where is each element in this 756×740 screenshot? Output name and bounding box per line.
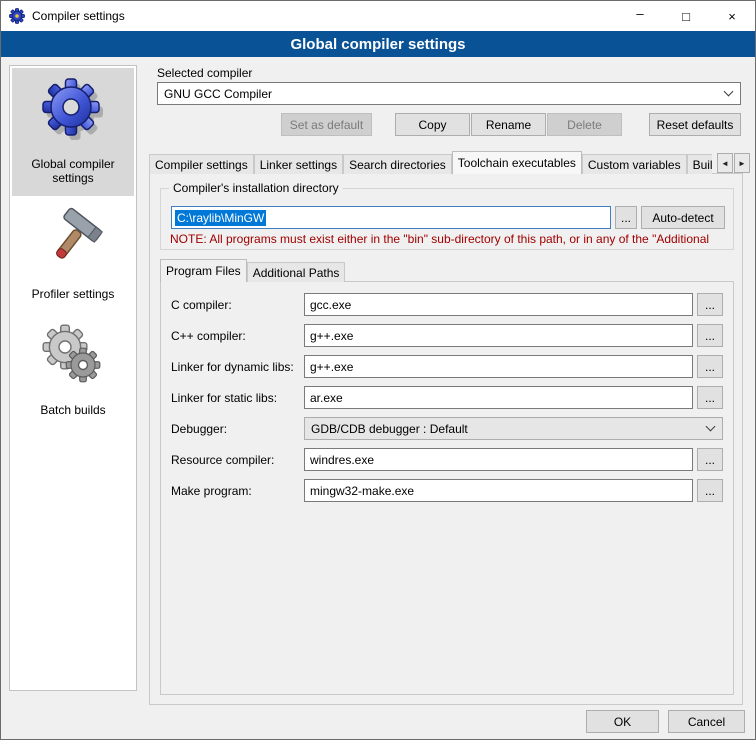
browse-button[interactable]: ...	[697, 293, 723, 316]
tab-toolchain-executables[interactable]: Toolchain executables	[452, 151, 582, 174]
field-label: Debugger:	[171, 422, 304, 436]
make-program-input[interactable]	[304, 479, 693, 502]
auto-detect-button[interactable]: Auto-detect	[641, 206, 725, 229]
sidebar-item-profiler-settings[interactable]: Profiler settings	[12, 198, 134, 312]
debugger-select[interactable]: GDB/CDB debugger : Default	[304, 417, 723, 440]
field-row: C compiler: ...	[171, 293, 723, 316]
field-label: Resource compiler:	[171, 453, 304, 467]
field-label: Linker for static libs:	[171, 391, 304, 405]
hammer-icon	[41, 207, 105, 271]
tab-scroll-left-icon[interactable]: ◄	[717, 153, 733, 173]
sidebar: Global compiler settings Profiler settin…	[9, 65, 137, 691]
sidebar-item-label: Profiler settings	[32, 287, 115, 301]
delete-button[interactable]: Delete	[547, 113, 622, 136]
field-row: Make program: ...	[171, 479, 723, 502]
blue-gear-icon	[41, 77, 105, 141]
debugger-select-value: GDB/CDB debugger : Default	[311, 422, 468, 436]
installation-directory-value: C:\raylib\MinGW	[175, 210, 266, 226]
maximize-button[interactable]: □	[663, 1, 709, 31]
gray-gears-icon	[41, 323, 105, 387]
browse-button[interactable]: ...	[697, 448, 723, 471]
sidebar-item-batch-builds[interactable]: Batch builds	[12, 314, 134, 428]
tab-compiler-settings[interactable]: Compiler settings	[149, 154, 254, 174]
sidebar-item-label: Global compiler settings	[14, 157, 132, 185]
field-label: Linker for dynamic libs:	[171, 360, 304, 374]
subtab-strip: Program Files Additional Paths	[160, 259, 345, 282]
chevron-down-icon	[724, 87, 734, 97]
window-title: Compiler settings	[32, 9, 125, 23]
linker-dynamic-input[interactable]	[304, 355, 693, 378]
browse-button[interactable]: ...	[697, 386, 723, 409]
tab-scroll-right-icon[interactable]: ►	[734, 153, 750, 173]
maximize-icon: □	[682, 9, 690, 24]
field-label: C++ compiler:	[171, 329, 304, 343]
c-compiler-input[interactable]	[304, 293, 693, 316]
note-text: NOTE: All programs must exist either in …	[170, 232, 742, 246]
sidebar-item-label: Batch builds	[40, 403, 105, 417]
close-button[interactable]: ×	[709, 1, 755, 31]
compiler-select-value: GNU GCC Compiler	[164, 87, 272, 101]
field-row: Debugger: GDB/CDB debugger : Default	[171, 417, 723, 440]
selected-compiler-label: Selected compiler	[157, 66, 252, 80]
browse-button[interactable]: ...	[697, 479, 723, 502]
titlebar[interactable]: Compiler settings – □ ×	[1, 1, 755, 31]
field-row: Linker for static libs: ...	[171, 386, 723, 409]
minimize-button[interactable]: –	[617, 1, 663, 31]
field-label: Make program:	[171, 484, 304, 498]
close-icon: ×	[728, 9, 736, 24]
app-icon	[9, 8, 25, 24]
cpp-compiler-input[interactable]	[304, 324, 693, 347]
sidebar-item-global-compiler-settings[interactable]: Global compiler settings	[12, 68, 134, 196]
tab-additional-paths[interactable]: Additional Paths	[247, 262, 346, 282]
set-as-default-button[interactable]: Set as default	[281, 113, 372, 136]
copy-button[interactable]: Copy	[395, 113, 470, 136]
field-row: Linker for dynamic libs: ...	[171, 355, 723, 378]
installation-directory-legend: Compiler's installation directory	[169, 181, 343, 195]
ok-button[interactable]: OK	[586, 710, 659, 733]
chevron-down-icon	[706, 422, 716, 432]
tab-strip: Compiler settings Linker settings Search…	[149, 151, 712, 174]
minimize-icon: –	[636, 6, 643, 21]
browse-button[interactable]: ...	[697, 355, 723, 378]
tab-linker-settings[interactable]: Linker settings	[254, 154, 343, 174]
field-row: C++ compiler: ...	[171, 324, 723, 347]
installation-directory-input[interactable]: C:\raylib\MinGW	[171, 206, 611, 229]
tab-search-directories[interactable]: Search directories	[343, 154, 452, 174]
field-label: C compiler:	[171, 298, 304, 312]
caption-buttons: – □ ×	[617, 1, 755, 31]
tab-build-options[interactable]: Build options	[687, 154, 712, 174]
browse-directory-button[interactable]: ...	[615, 206, 637, 229]
cancel-button[interactable]: Cancel	[668, 710, 745, 733]
program-files-panel: C compiler: ... C++ compiler: ... Linker…	[160, 281, 734, 695]
tab-custom-variables[interactable]: Custom variables	[582, 154, 687, 174]
toolchain-executables-panel: Compiler's installation directory C:\ray…	[149, 173, 743, 705]
rename-button[interactable]: Rename	[471, 113, 546, 136]
banner-title: Global compiler settings	[1, 31, 755, 57]
browse-button[interactable]: ...	[697, 324, 723, 347]
resource-compiler-input[interactable]	[304, 448, 693, 471]
linker-static-input[interactable]	[304, 386, 693, 409]
reset-defaults-button[interactable]: Reset defaults	[649, 113, 741, 136]
compiler-settings-dialog: Compiler settings – □ × Global compiler …	[0, 0, 756, 740]
compiler-select[interactable]: GNU GCC Compiler	[157, 82, 741, 105]
tab-program-files[interactable]: Program Files	[160, 259, 247, 282]
field-row: Resource compiler: ...	[171, 448, 723, 471]
